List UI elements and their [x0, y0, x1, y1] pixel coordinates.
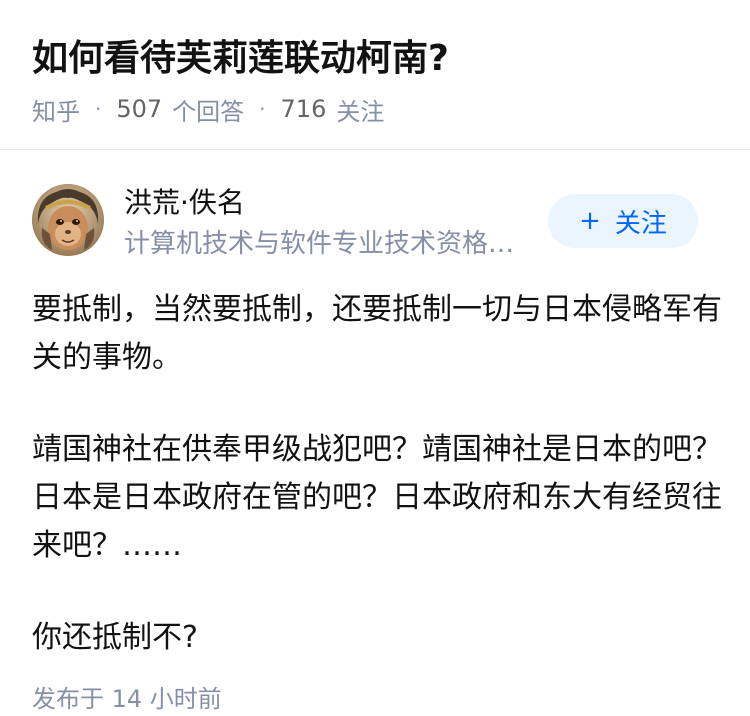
- publish-time: 发布于 14 小时前: [32, 685, 222, 713]
- author-name[interactable]: 洪荒·佚名: [124, 183, 245, 223]
- avatar-image: [32, 184, 104, 256]
- plus-icon: +: [579, 206, 601, 236]
- answer-content: 要抵制，当然要抵制，还要抵制一切与日本侵略军有关的事物。 靖国神社在供奉甲级战犯…: [32, 286, 722, 662]
- monkey-king-avatar-icon[interactable]: [32, 184, 104, 256]
- question-meta: 知乎 · 507 个回答 · 716 关注: [32, 92, 384, 126]
- follower-count-label: 关注: [336, 97, 385, 126]
- follow-button[interactable]: + 关注: [548, 194, 698, 248]
- follow-button-label: 关注: [614, 208, 667, 239]
- author-row: 洪荒·佚名 计算机技术与软件专业技术资格证... + 关注: [0, 180, 750, 266]
- follower-count: 716: [280, 95, 327, 123]
- meta-separator: ·: [95, 97, 102, 121]
- answer-paragraph: 靖国神社在供奉甲级战犯吧？靖国神社是日本的吧？日本是日本政府在管的吧？日本政府和…: [32, 432, 722, 563]
- answer-paragraph: 你还抵制不?: [32, 620, 198, 655]
- author-bio: 计算机技术与软件专业技术资格证...: [124, 229, 534, 259]
- question-header: 如何看待芙莉莲联动柯南? 知乎 · 507 个回答 · 716 关注: [0, 0, 750, 150]
- answer-count-label: 个回答: [172, 97, 245, 126]
- meta-separator: ·: [259, 97, 266, 121]
- question-title[interactable]: 如何看待芙莉莲联动柯南?: [32, 34, 449, 84]
- source-label[interactable]: 知乎: [32, 92, 80, 127]
- answer-count: 507: [116, 95, 163, 123]
- answer-paragraph: 要抵制，当然要抵制，还要抵制一切与日本侵略军有关的事物。: [32, 292, 722, 375]
